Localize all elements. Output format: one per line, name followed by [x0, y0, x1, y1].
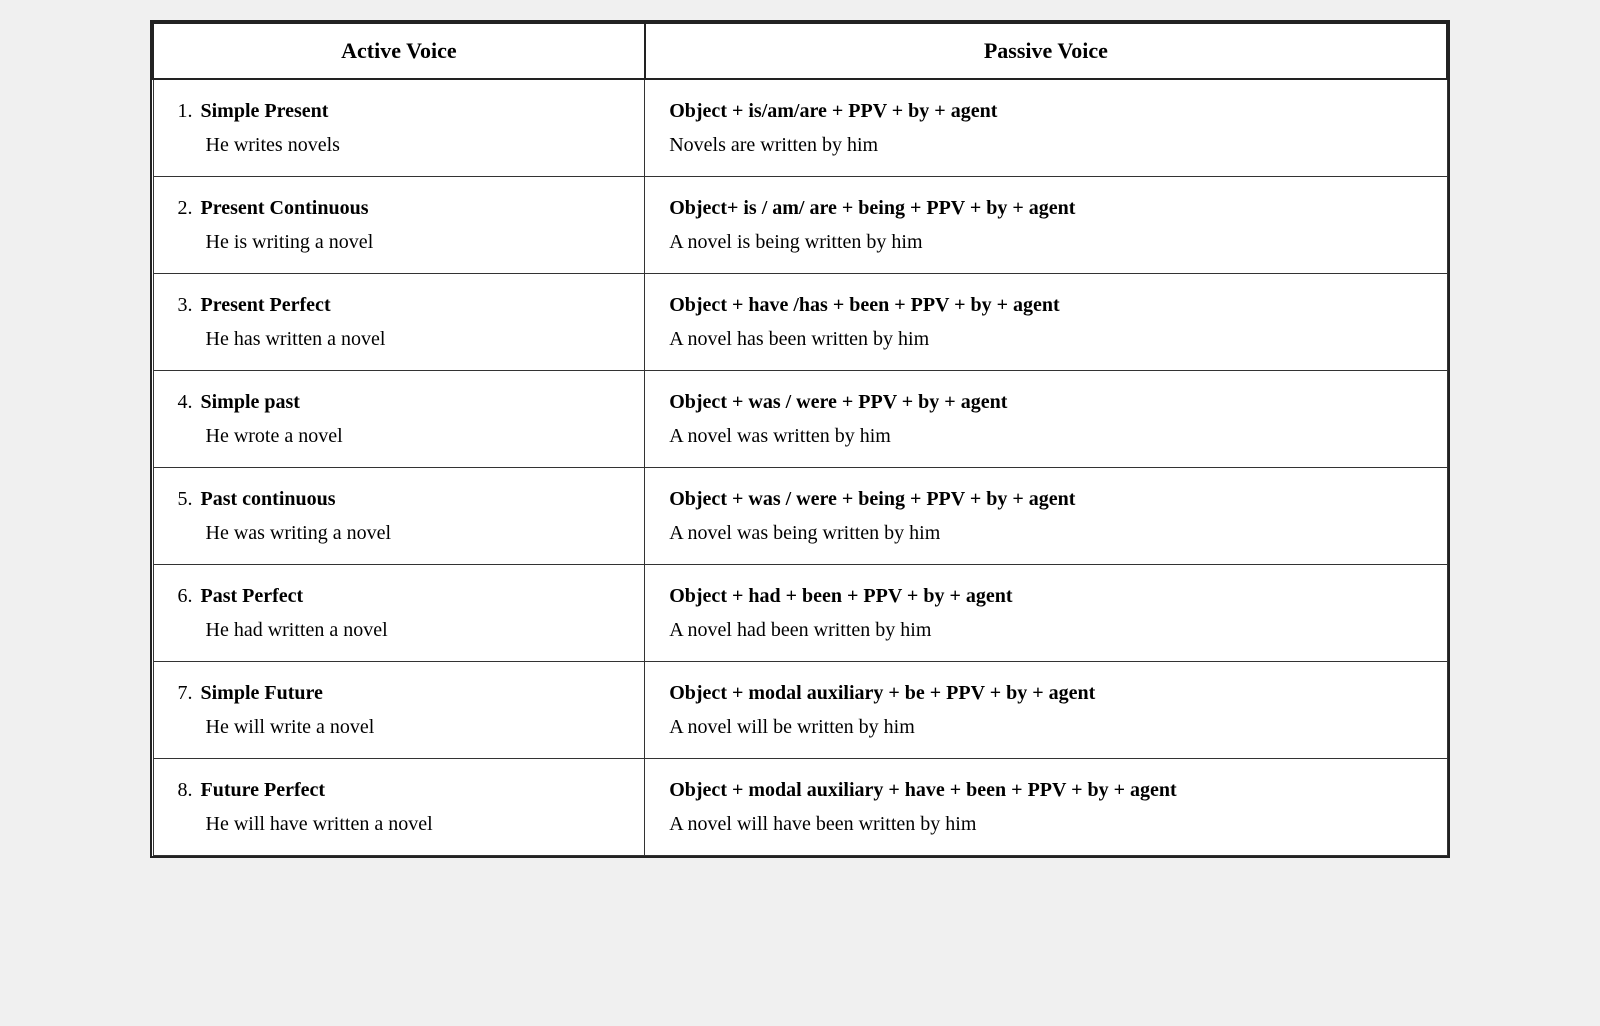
active-cell-2: 2. Present Continuous He is writing a nove…	[153, 177, 645, 274]
tense-name: Past Perfect	[201, 585, 304, 607]
tense-heading: 8. Future Perfect	[178, 775, 621, 805]
tense-name: Simple past	[201, 391, 300, 413]
passive-cell-8: Object + modal auxiliary + have + been +…	[645, 759, 1447, 856]
passive-example: A novel was written by him	[669, 425, 891, 447]
passive-formula: Object + was / were + PPV + by + agent	[669, 387, 1422, 417]
passive-example: A novel had been written by him	[669, 619, 931, 641]
tense-number: 3.	[178, 294, 193, 316]
table-row: 8. Future Perfect He will have written a n…	[153, 759, 1447, 856]
tense-name: Past continuous	[201, 488, 336, 510]
passive-formula: Object + had + been + PPV + by + agent	[669, 581, 1422, 611]
active-cell-5: 5. Past continuous He was writing a novel	[153, 468, 645, 565]
tense-number: 2.	[178, 197, 193, 219]
passive-cell-7: Object + modal auxiliary + be + PPV + by…	[645, 662, 1447, 759]
tense-heading: 3. Present Perfect	[178, 290, 621, 320]
active-cell-3: 3. Present Perfect He has written a novel	[153, 274, 645, 371]
active-example: He wrote a novel	[178, 421, 621, 451]
table-row: 6. Past Perfect He had written a novel Obje…	[153, 565, 1447, 662]
active-cell-7: 7. Simple Future He will write a novel	[153, 662, 645, 759]
passive-example: A novel has been written by him	[669, 328, 929, 350]
tense-name: Future Perfect	[201, 779, 326, 801]
passive-cell-5: Object + was / were + being + PPV + by +…	[645, 468, 1447, 565]
tense-name: Present Continuous	[201, 197, 369, 219]
active-cell-4: 4. Simple past He wrote a novel	[153, 371, 645, 468]
passive-formula: Object+ is / am/ are + being + PPV + by …	[669, 193, 1422, 223]
tense-number: 4.	[178, 391, 193, 413]
passive-voice-header: Passive Voice	[645, 23, 1447, 79]
tense-number: 1.	[178, 100, 193, 122]
tense-name: Present Perfect	[201, 294, 331, 316]
passive-cell-4: Object + was / were + PPV + by + agent A …	[645, 371, 1447, 468]
active-example: He had written a novel	[178, 615, 621, 645]
tense-number: 8.	[178, 779, 193, 801]
active-example: He is writing a novel	[178, 227, 621, 257]
passive-formula: Object + have /has + been + PPV + by + a…	[669, 290, 1422, 320]
tense-name: Simple Future	[201, 682, 323, 704]
passive-example: A novel is being written by him	[669, 231, 922, 253]
passive-cell-3: Object + have /has + been + PPV + by + a…	[645, 274, 1447, 371]
table-row: 4. Simple past He wrote a novel Object + wa…	[153, 371, 1447, 468]
passive-example: Novels are written by him	[669, 134, 878, 156]
passive-cell-6: Object + had + been + PPV + by + agent A …	[645, 565, 1447, 662]
table-row: 7. Simple Future He will write a novel Obje…	[153, 662, 1447, 759]
active-voice-header: Active Voice	[153, 23, 645, 79]
active-example: He writes novels	[178, 130, 621, 160]
active-example: He will write a novel	[178, 712, 621, 742]
active-example: He was writing a novel	[178, 518, 621, 548]
tense-heading: 2. Present Continuous	[178, 193, 621, 223]
active-cell-6: 6. Past Perfect He had written a novel	[153, 565, 645, 662]
tense-heading: 7. Simple Future	[178, 678, 621, 708]
passive-cell-1: Object + is/am/are + PPV + by + agent Nov…	[645, 79, 1447, 177]
table-row: 5. Past continuous He was writing a novel O…	[153, 468, 1447, 565]
passive-example: A novel will be written by him	[669, 716, 915, 738]
passive-example: A novel was being written by him	[669, 522, 940, 544]
passive-formula: Object + is/am/are + PPV + by + agent	[669, 96, 1422, 126]
tense-name: Simple Present	[201, 100, 329, 122]
tense-number: 5.	[178, 488, 193, 510]
passive-formula: Object + was / were + being + PPV + by +…	[669, 484, 1422, 514]
grammar-table: Active Voice Passive Voice 1. Simple Pres…	[150, 20, 1450, 858]
tense-number: 6.	[178, 585, 193, 607]
tense-heading: 1. Simple Present	[178, 96, 621, 126]
table-row: 2. Present Continuous He is writing a nove…	[153, 177, 1447, 274]
active-example: He will have written a novel	[178, 809, 621, 839]
passive-example: A novel will have been written by him	[669, 813, 976, 835]
table-row: 1. Simple Present He writes novels Object +…	[153, 79, 1447, 177]
active-cell-8: 8. Future Perfect He will have written a n…	[153, 759, 645, 856]
tense-heading: 5. Past continuous	[178, 484, 621, 514]
tense-heading: 6. Past Perfect	[178, 581, 621, 611]
table-row: 3. Present Perfect He has written a novel O…	[153, 274, 1447, 371]
passive-cell-2: Object+ is / am/ are + being + PPV + by …	[645, 177, 1447, 274]
tense-number: 7.	[178, 682, 193, 704]
passive-formula: Object + modal auxiliary + be + PPV + by…	[669, 678, 1422, 708]
tense-heading: 4. Simple past	[178, 387, 621, 417]
active-cell-1: 1. Simple Present He writes novels	[153, 79, 645, 177]
passive-formula: Object + modal auxiliary + have + been +…	[669, 775, 1422, 805]
active-example: He has written a novel	[178, 324, 621, 354]
